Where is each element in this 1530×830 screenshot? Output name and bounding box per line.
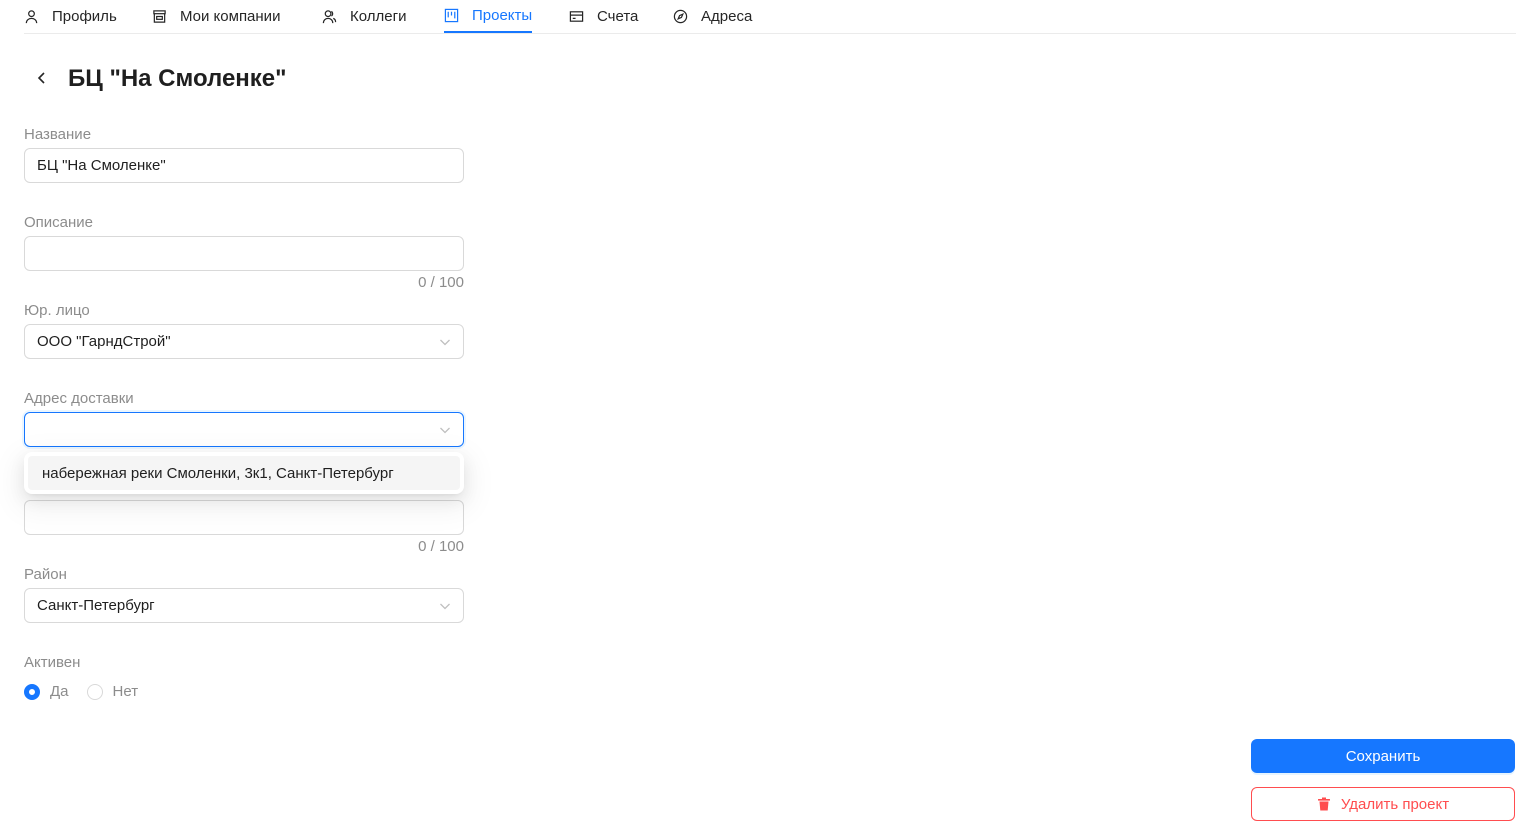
team-icon (322, 9, 350, 24)
page-title: БЦ "На Смоленке" (68, 65, 287, 92)
radio-unchecked-icon (86, 683, 103, 700)
top-navigation: Профиль Мои компании Коллеги Проекты Сче… (24, 0, 1516, 34)
shop-icon (152, 9, 180, 24)
tab-label: Счета (597, 8, 639, 25)
delivery-address-dropdown: набережная реки Смоленки, 3к1, Санкт-Пет… (24, 452, 464, 494)
tab-label: Адреса (701, 8, 753, 25)
legal-entity-select[interactable]: ООО "ГарндСтрой" (24, 324, 464, 359)
delete-project-button[interactable]: Удалить проект (1251, 787, 1515, 821)
legal-entity-value: ООО "ГарндСтрой" (37, 333, 171, 350)
description-input[interactable] (24, 236, 464, 271)
tab-projects[interactable]: Проекты (444, 0, 533, 33)
delete-button-label: Удалить проект (1340, 795, 1450, 813)
trash-icon (1317, 797, 1341, 811)
district-value: Санкт-Петербург (37, 597, 155, 614)
chevron-down-icon (439, 600, 451, 612)
chevron-down-icon (439, 336, 451, 348)
back-button[interactable] (30, 66, 54, 90)
tab-colleagues[interactable]: Коллеги (322, 0, 406, 33)
active-label: Активен (24, 654, 81, 671)
radio-checked-icon (24, 683, 40, 700)
tab-label: Мои компании (180, 8, 281, 25)
name-value: БЦ "На Смоленке" (37, 157, 166, 174)
tab-invoices[interactable]: Счета (569, 0, 638, 33)
additional-counter: 0 / 100 (418, 538, 464, 555)
credit-card-icon (569, 9, 597, 24)
radio-yes[interactable]: Да (24, 683, 69, 700)
tab-label: Профиль (52, 8, 117, 25)
district-select[interactable]: Санкт-Петербург (24, 588, 464, 623)
chevron-down-icon (439, 424, 451, 436)
radio-yes-label: Да (50, 683, 69, 700)
description-label: Описание (24, 214, 94, 231)
active-radio-group: Да Нет (24, 683, 156, 700)
delivery-address-select[interactable] (24, 412, 464, 447)
save-button[interactable]: Сохранить (1251, 739, 1515, 773)
delivery-address-label: Адрес доставки (24, 390, 134, 407)
tab-label: Коллеги (350, 8, 407, 25)
radio-no[interactable]: Нет (86, 683, 139, 700)
project-icon (444, 8, 472, 23)
additional-input[interactable] (24, 500, 464, 535)
district-label: Район (24, 566, 67, 583)
description-counter: 0 / 100 (418, 274, 464, 291)
tab-label: Проекты (472, 7, 533, 24)
dropdown-option[interactable]: набережная реки Смоленки, 3к1, Санкт-Пет… (28, 456, 460, 490)
tab-my-companies[interactable]: Мои компании (152, 0, 280, 33)
tab-addresses[interactable]: Адреса (673, 0, 752, 33)
compass-icon (673, 9, 701, 24)
tab-profile[interactable]: Профиль (24, 0, 117, 33)
user-icon (24, 9, 52, 24)
save-button-label: Сохранить (1345, 747, 1421, 765)
name-input[interactable]: БЦ "На Смоленке" (24, 148, 464, 183)
arrow-left-icon (35, 71, 49, 85)
name-label: Название (24, 126, 92, 143)
legal-entity-label: Юр. лицо (24, 302, 90, 319)
radio-no-label: Нет (112, 683, 139, 700)
